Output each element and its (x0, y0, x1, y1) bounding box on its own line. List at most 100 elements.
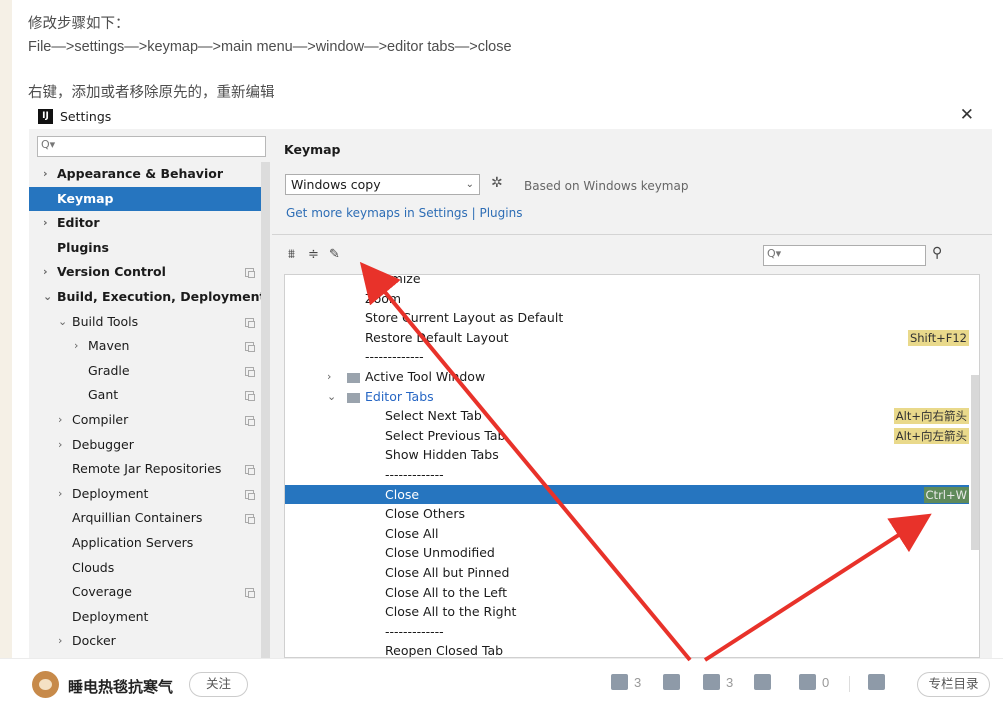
article-text-instruction: 右键，添加或者移除原先的，重新编辑 (28, 85, 275, 101)
chevron-right-icon[interactable]: › (58, 408, 62, 433)
list-scrollbar[interactable] (971, 375, 979, 550)
sidebar-item-maven[interactable]: › Maven (29, 334, 261, 359)
project-settings-icon (245, 415, 255, 426)
action-label: Select Previous Tab (385, 427, 506, 443)
sidebar-item-compiler[interactable]: › Compiler (29, 408, 261, 433)
action-row[interactable]: Select Next Tab Alt+向右箭头 (285, 406, 969, 426)
follow-button[interactable]: 关注 (189, 672, 248, 697)
action-row[interactable]: Close All to the Right (285, 602, 969, 622)
action-row[interactable]: Close All (285, 524, 969, 544)
sidebar-item-label: Gradle (88, 362, 130, 378)
sidebar-item-version-control[interactable]: › Version Control (29, 260, 261, 285)
action-row[interactable]: Show Hidden Tabs (285, 445, 969, 465)
action-row[interactable]: Close Ctrl+W (285, 484, 969, 505)
sidebar-item-label: Build Tools (72, 313, 139, 329)
sidebar-item-docker[interactable]: › Docker (29, 629, 261, 654)
author-name[interactable]: 睡电热毯抗寒气 (68, 676, 173, 697)
action-separator[interactable]: ------------- (285, 465, 969, 485)
edit-pencil-icon[interactable]: ✎ (329, 247, 340, 262)
sidebar-item-application-servers[interactable]: Application Servers (29, 531, 261, 556)
action-row[interactable]: Close All to the Left (285, 583, 969, 603)
action-row[interactable]: Restore Default Layout Shift+F12 (285, 328, 969, 348)
share-icon (868, 674, 885, 690)
like-button[interactable]: 3 (611, 674, 641, 690)
settings-dialog: IJ Settings ✕ Q▾ › Appearance & Behavior K… (29, 103, 992, 658)
close-icon[interactable]: ✕ (960, 105, 974, 125)
project-settings-icon (245, 317, 255, 328)
chevron-right-icon[interactable]: › (327, 367, 331, 387)
chevron-right-icon[interactable]: › (43, 211, 48, 236)
action-row[interactable]: Close Unmodified (285, 543, 969, 563)
keymap-dropdown[interactable]: Windows copy ⌄ (285, 174, 480, 195)
comment-count: 0 (822, 675, 830, 690)
action-label: Close Others (385, 506, 466, 522)
comment-button[interactable]: 0 (799, 674, 829, 690)
action-row[interactable]: Select Previous Tab Alt+向左箭头 (285, 426, 969, 446)
collapse-all-icon[interactable]: ≑ (308, 247, 319, 262)
sidebar-item-editor[interactable]: › Editor (29, 211, 261, 236)
sidebar-item-label: Deployment (72, 608, 149, 624)
sidebar-item-appearance-behavior[interactable]: › Appearance & Behavior (29, 162, 261, 187)
sidebar-item-arquillian-containers[interactable]: Arquillian Containers (29, 506, 261, 531)
project-settings-icon (245, 391, 255, 402)
sidebar-item-build-tools[interactable]: ⌄ Build Tools (29, 310, 261, 335)
dislike-button[interactable] (663, 674, 686, 690)
sidebar-item-build-execution-deployment[interactable]: ⌄ Build, Execution, Deployment (29, 285, 265, 310)
gear-icon[interactable]: ✲ (491, 175, 503, 191)
action-row[interactable]: Store Current Layout as Default (285, 308, 969, 328)
action-tree-list: Reopen Closed Tab ------------- Close All … (284, 274, 980, 658)
action-row[interactable]: Zoom (285, 289, 969, 309)
project-settings-icon (245, 342, 255, 353)
sidebar-item-keymap[interactable]: Keymap (29, 186, 261, 212)
sidebar-item-gradle[interactable]: Gradle (29, 359, 261, 384)
chevron-down-icon[interactable]: ⌄ (58, 310, 67, 335)
sidebar-item-debugger[interactable]: › Debugger (29, 433, 261, 458)
sidebar-item-label: Build, Execution, Deployment (57, 288, 266, 304)
sidebar-scrollbar[interactable] (261, 162, 270, 658)
action-label: Close Unmodified (385, 545, 495, 561)
action-search-input[interactable]: Q▾ (763, 245, 926, 266)
sidebar-item-remote-jar-repositories[interactable]: Remote Jar Repositories (29, 457, 261, 482)
settings-search-input[interactable]: Q▾ (37, 136, 266, 157)
action-row[interactable]: Close All but Pinned (285, 563, 969, 583)
chevron-down-icon[interactable]: ⌄ (43, 285, 52, 310)
avatar[interactable] (32, 671, 59, 698)
action-row[interactable]: ⌄ Editor Tabs (285, 387, 969, 407)
chevron-right-icon[interactable]: › (58, 433, 62, 458)
sidebar-item-coverage[interactable]: Coverage (29, 580, 261, 605)
get-more-keymaps-link[interactable]: Get more keymaps in Settings | Plugins (286, 206, 522, 220)
action-row[interactable]: › Active Tool Window (285, 367, 969, 387)
expand-all-icon[interactable]: ⩩ (288, 247, 295, 262)
chevron-down-icon[interactable]: ⌄ (327, 387, 336, 407)
share-button[interactable] (868, 674, 891, 690)
action-label: Close All to the Right (385, 604, 517, 620)
project-settings-icon (245, 489, 255, 500)
based-on-label: Based on Windows keymap (524, 179, 689, 193)
favorite-button[interactable]: 3 (703, 674, 733, 690)
find-by-shortcut-icon[interactable]: ⚲ (932, 245, 942, 261)
action-row[interactable]: Minimize (285, 275, 969, 289)
action-row[interactable]: Close Others (285, 504, 969, 524)
sidebar-item-clouds[interactable]: Clouds (29, 556, 261, 581)
action-label: Select Next Tab (385, 408, 482, 424)
chevron-right-icon[interactable]: › (58, 629, 62, 654)
action-separator[interactable]: ------------- (285, 622, 969, 642)
action-row[interactable]: Reopen Closed Tab (285, 641, 969, 657)
sidebar-item-deployment[interactable]: Deployment (29, 605, 261, 630)
reward-button[interactable] (754, 674, 777, 690)
chevron-right-icon[interactable]: › (43, 162, 48, 187)
chevron-right-icon[interactable]: › (43, 260, 48, 285)
article-text-path: File—>settings—>keymap—>main menu—>windo… (28, 39, 512, 55)
sidebar-item-label: Arquillian Containers (72, 510, 203, 526)
sidebar-item-gant[interactable]: Gant (29, 383, 261, 408)
shortcut-badge: Shift+F12 (907, 329, 969, 346)
column-catalog-button[interactable]: 专栏目录 (917, 672, 990, 697)
sidebar-item-deployment[interactable]: › Deployment (29, 482, 261, 507)
project-settings-icon (245, 588, 255, 599)
action-label: Close All (385, 525, 439, 541)
sidebar-item-label: Debugger (72, 436, 134, 452)
chevron-right-icon[interactable]: › (58, 482, 62, 507)
chevron-right-icon[interactable]: › (74, 334, 78, 359)
sidebar-item-plugins[interactable]: Plugins (29, 236, 261, 261)
action-separator[interactable]: ------------- (285, 347, 969, 367)
